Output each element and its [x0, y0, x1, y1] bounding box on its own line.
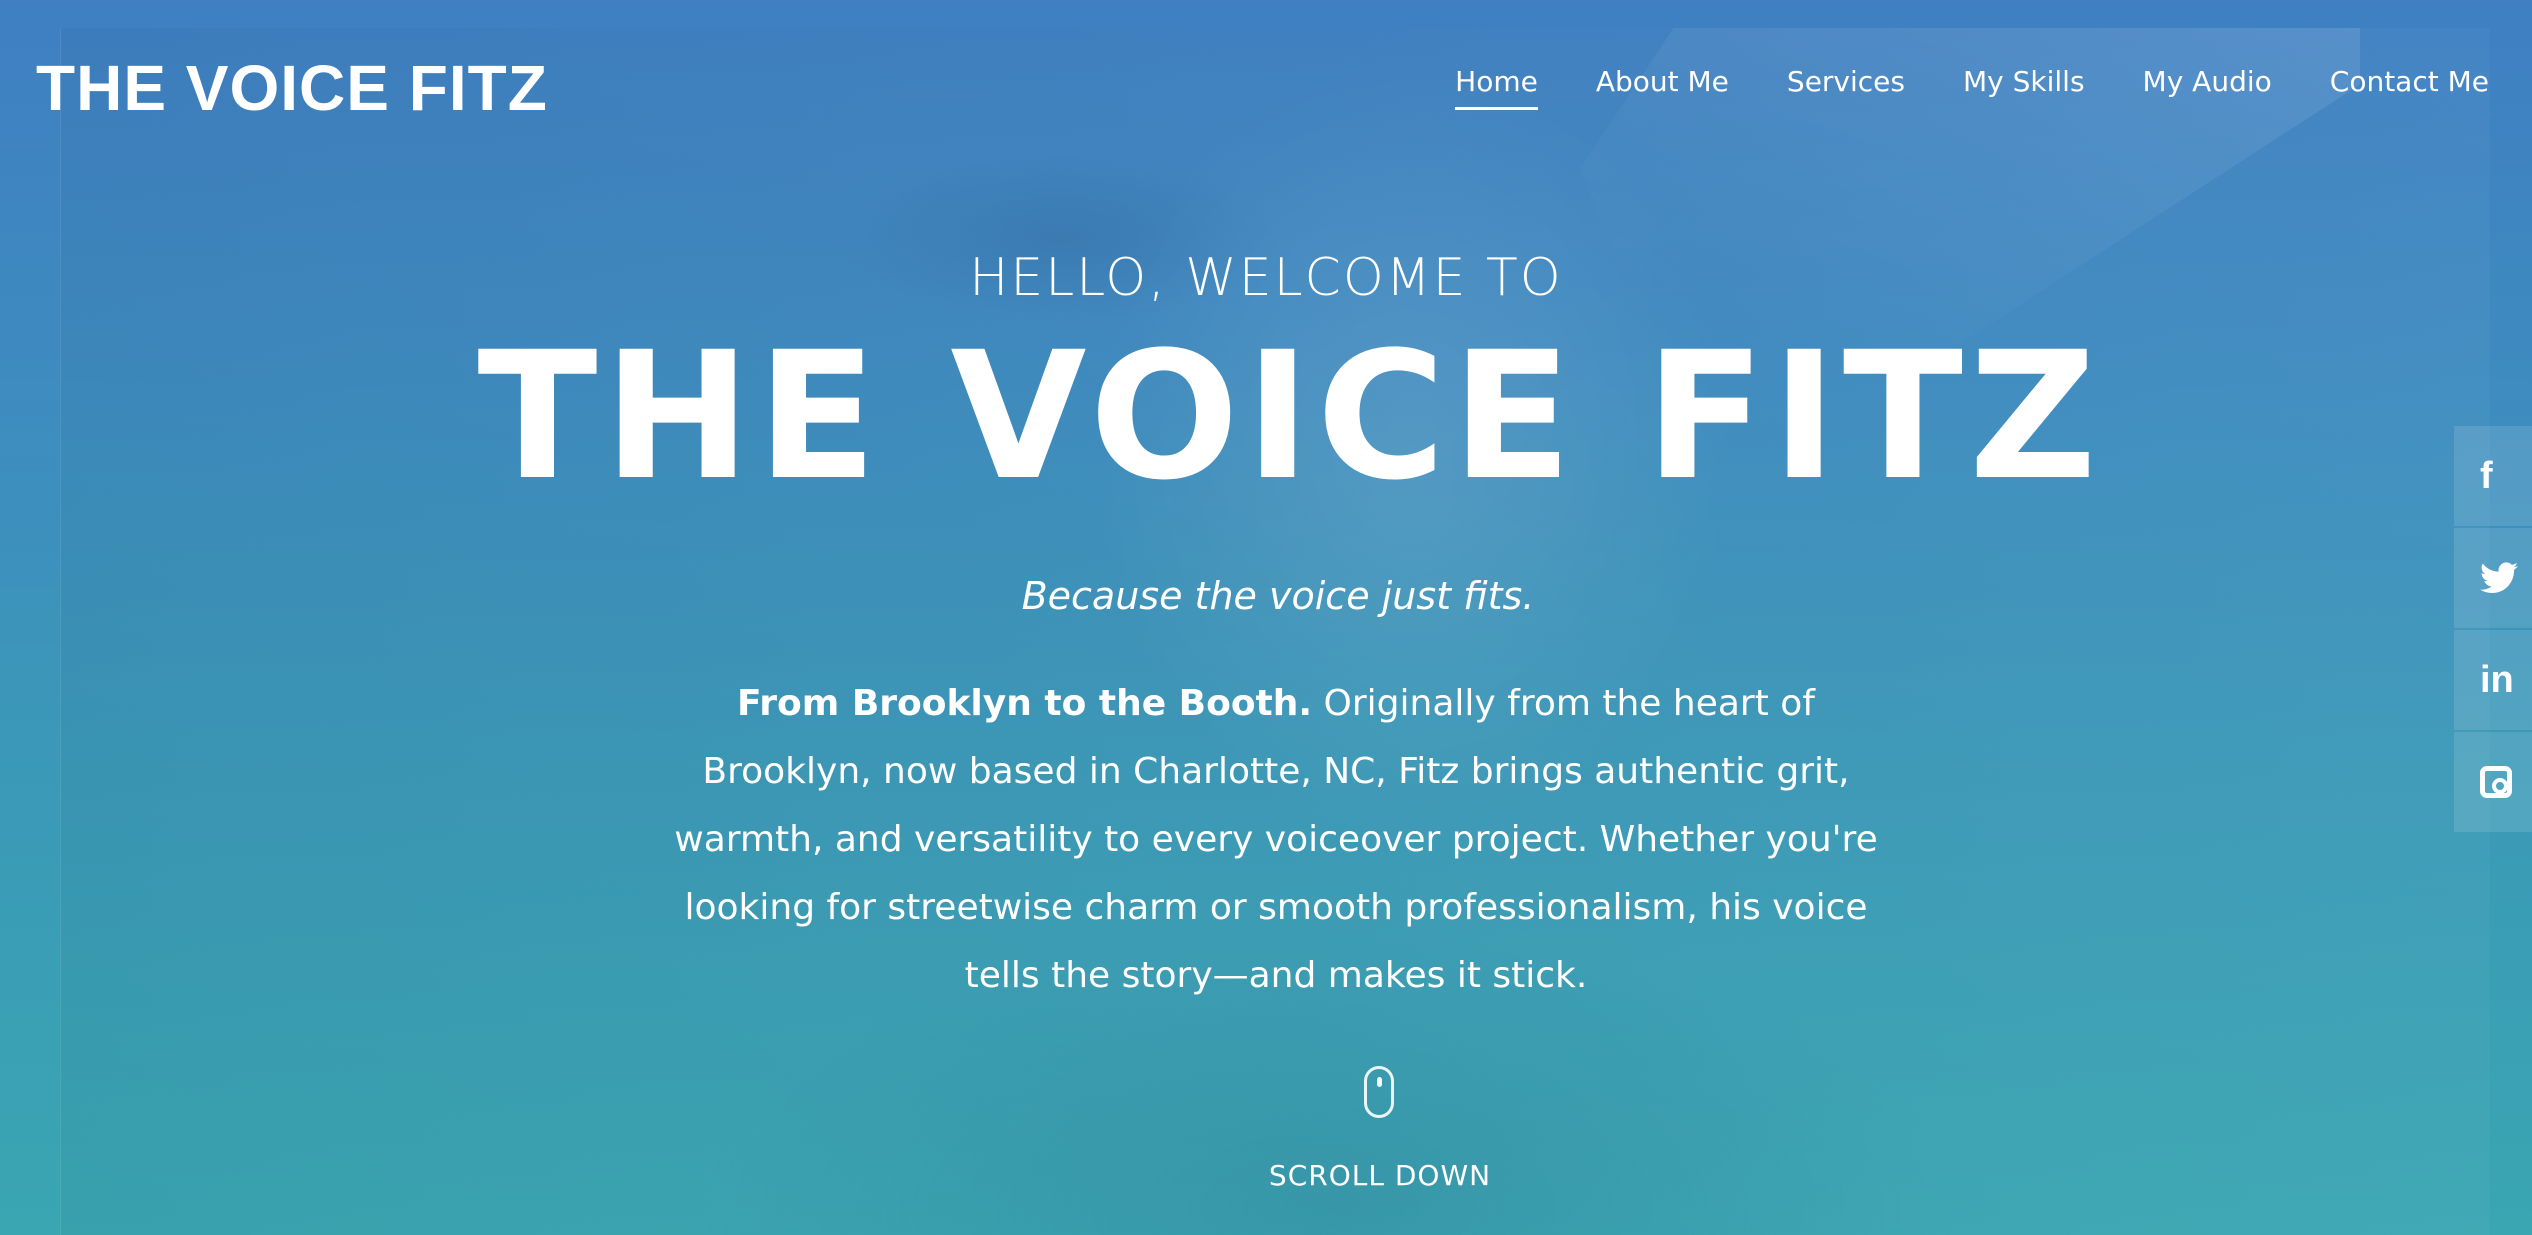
hero-tagline: Because the voice just fits. — [1021, 574, 1535, 618]
scroll-mouse-icon[interactable] — [1364, 1066, 1394, 1118]
linkedin-button[interactable]: in — [2454, 630, 2532, 730]
scroll-down-link[interactable]: SCROLL DOWN — [1180, 1156, 1580, 1196]
main-nav: Home About Me Services My Skills My Audi… — [1426, 58, 2518, 110]
hero-intro: From Brooklyn to the Booth. Originally f… — [656, 670, 1896, 1010]
nav-about-me[interactable]: About Me — [1567, 58, 1758, 106]
social-rail: f in — [2454, 426, 2532, 834]
hero-section: THE VOICE FITZ Home About Me Services My… — [0, 0, 2532, 1235]
site-logo[interactable]: THE VOICE FITZ — [36, 48, 548, 128]
instagram-icon — [2480, 766, 2512, 798]
nav-home[interactable]: Home — [1426, 58, 1567, 110]
hero-title: THE VOICE FITZ — [477, 314, 2103, 519]
nav-contact-me[interactable]: Contact Me — [2301, 58, 2518, 106]
intro-body-text: Originally from the heart of Brooklyn, n… — [674, 683, 1878, 996]
nav-my-audio[interactable]: My Audio — [2114, 58, 2301, 106]
instagram-button[interactable] — [2454, 732, 2532, 832]
twitter-icon — [2480, 562, 2518, 594]
linkedin-icon: in — [2480, 659, 2514, 701]
facebook-icon: f — [2480, 455, 2493, 497]
twitter-button[interactable] — [2454, 528, 2532, 628]
nav-services[interactable]: Services — [1758, 58, 1934, 106]
intro-bold-lead: From Brooklyn to the Booth. — [737, 683, 1313, 724]
facebook-button[interactable]: f — [2454, 426, 2532, 526]
welcome-text: HELLO, WELCOME TO — [969, 248, 1563, 308]
nav-my-skills[interactable]: My Skills — [1934, 58, 2114, 106]
